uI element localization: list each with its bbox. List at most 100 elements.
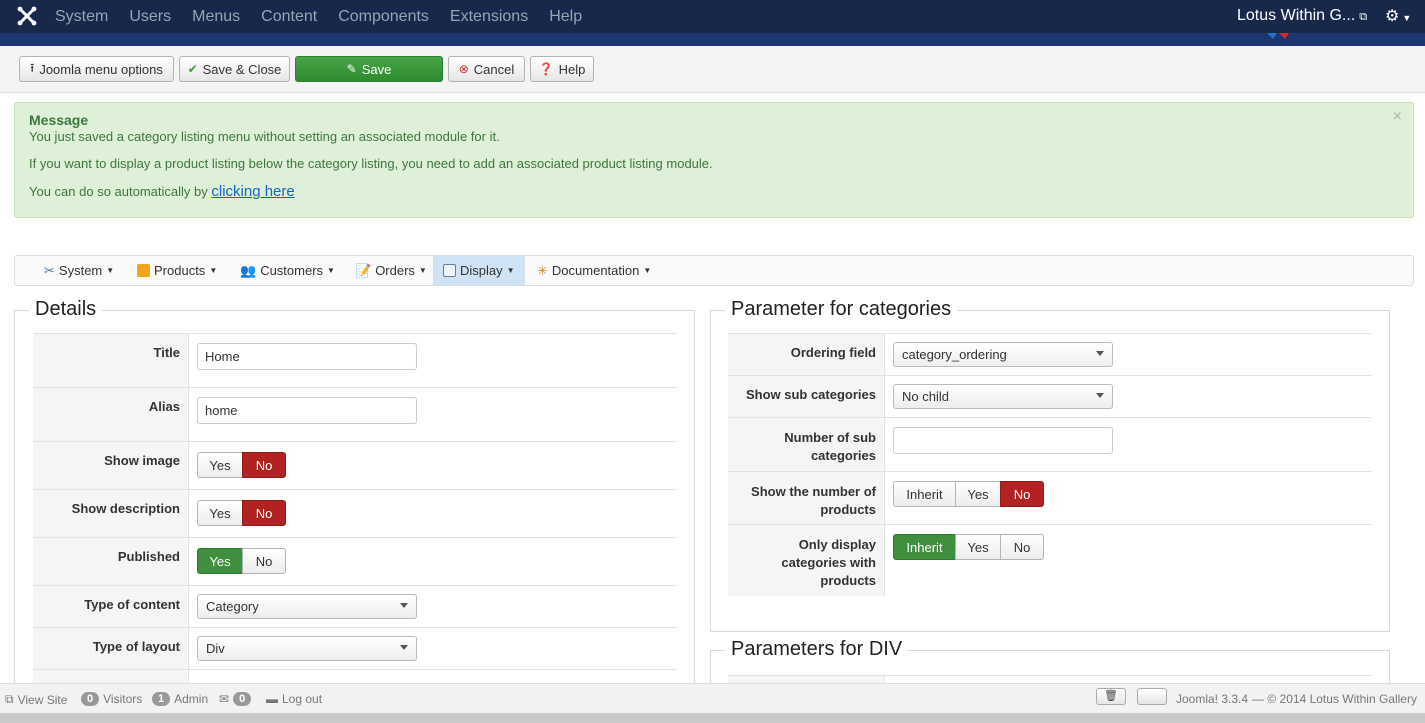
cmenu-customers-label: Customers — [260, 263, 324, 278]
cmenu-system[interactable]: ✂ System ▼ — [44, 256, 114, 285]
messages-status[interactable]: ✉ 0 — [219, 692, 252, 706]
show-image-no[interactable]: No — [242, 452, 286, 478]
type-content-select[interactable]: Category — [197, 594, 417, 619]
menu-extensions[interactable]: Extensions — [450, 8, 528, 26]
visitors-status[interactable]: 0 Visitors — [81, 692, 142, 706]
close-icon[interactable]: × — [1393, 108, 1402, 126]
categories-fieldset: Parameter for categories Ordering field … — [710, 298, 1390, 632]
chevron-down-icon: ▼ — [209, 266, 218, 275]
logout-link[interactable]: ▬ Log out — [266, 692, 322, 706]
menu-content[interactable]: Content — [261, 8, 317, 26]
copyright-text: — © 2014 Lotus Within Gallery — [1252, 692, 1417, 706]
cmenu-display-label: Display — [460, 263, 503, 278]
dropdown-arrow-icon — [1096, 351, 1104, 356]
question-icon: ❓ — [538, 62, 554, 76]
view-site-link[interactable]: ⧉ View Site — [5, 692, 67, 707]
help-button[interactable]: ❓ Help — [530, 56, 594, 82]
site-link[interactable]: Lotus Within G... ⧉ — [1237, 7, 1367, 25]
show-number-yes[interactable]: Yes — [955, 481, 1001, 507]
type-layout-label: Type of layout — [33, 628, 189, 669]
menu-users[interactable]: Users — [129, 8, 171, 26]
save-close-button[interactable]: ✔ Save & Close — [179, 56, 290, 82]
title-input[interactable]: Home — [197, 343, 417, 370]
show-number-row: Show the number of products Inherit Yes N… — [728, 471, 1372, 524]
save-button[interactable]: ✎ Save — [295, 56, 443, 82]
categories-legend: Parameter for categories — [725, 298, 958, 321]
message-line-1: You just saved a category listing menu w… — [29, 129, 500, 144]
view-site-label: View Site — [17, 692, 68, 707]
cmenu-orders-label: Orders — [375, 263, 415, 278]
cmenu-display[interactable]: Display ▼ — [433, 256, 525, 285]
published-yes[interactable]: Yes — [197, 548, 243, 574]
joomla-menu-options-label: Joomla menu options — [39, 61, 163, 77]
sub-categories-label: Show sub categories — [728, 376, 885, 417]
cmenu-orders[interactable]: 📝 Orders ▼ — [355, 256, 427, 285]
orders-icon: 📝 — [355, 262, 372, 278]
cancel-label: Cancel — [473, 61, 515, 77]
title-label: Title — [33, 334, 189, 387]
alias-label: Alias — [33, 388, 189, 441]
show-description-label: Show description — [33, 490, 189, 537]
cmenu-products[interactable]: Products ▼ — [137, 256, 217, 285]
cmenu-documentation-label: Documentation — [551, 263, 640, 278]
gear-icon: ⚙ — [1385, 8, 1400, 25]
user-settings-menu[interactable]: ⚙ ▼ — [1385, 6, 1411, 26]
only-display-yes[interactable]: Yes — [955, 534, 1001, 560]
show-description-yes[interactable]: Yes — [197, 500, 243, 526]
ordering-field-label: Ordering field — [728, 334, 885, 375]
menu-components[interactable]: Components — [338, 8, 429, 26]
blank-button[interactable] — [1137, 688, 1167, 705]
cmenu-customers[interactable]: 👥 Customers ▼ — [240, 256, 335, 285]
show-number-toggle: Inherit Yes No — [893, 481, 1044, 507]
show-number-label: Show the number of products — [728, 472, 885, 524]
type-layout-row: Type of layout Div — [33, 627, 677, 669]
published-no[interactable]: No — [242, 548, 286, 574]
type-layout-value: Div — [206, 641, 225, 656]
cmenu-documentation[interactable]: ✳ Documentation ▼ — [537, 256, 651, 285]
messages-count-badge: 0 — [233, 692, 252, 706]
visitors-count-badge: 0 — [81, 692, 100, 706]
chevron-down-icon: ▼ — [327, 266, 335, 275]
clicking-here-link[interactable]: clicking here — [211, 183, 294, 200]
tools-icon: ✂ — [44, 262, 55, 278]
admin-navbar: System Users Menus Content Components Ex… — [0, 0, 1425, 33]
chevron-down-icon: ▼ — [643, 266, 652, 275]
joomla-logo-icon[interactable] — [17, 6, 37, 26]
system-message: Message You just saved a category listin… — [14, 102, 1414, 218]
minus-icon: ▬ — [266, 692, 278, 706]
joomla-menu-options-button[interactable]: ⭱ Joomla menu options — [19, 56, 174, 82]
chevron-down-icon: ▼ — [506, 266, 515, 275]
cancel-button[interactable]: ⊗ Cancel — [448, 56, 525, 82]
show-number-no[interactable]: No — [1000, 481, 1044, 507]
dropdown-arrow-icon — [400, 645, 408, 650]
status-bar: ⧉ View Site 0 Visitors 1 Admin ✉ 0 ▬ Log… — [0, 683, 1425, 713]
show-image-yes[interactable]: Yes — [197, 452, 243, 478]
brand-mark-icon — [1267, 33, 1289, 39]
number-sub-input[interactable] — [893, 427, 1113, 454]
trash-button[interactable]: 🗑 — [1096, 688, 1126, 705]
only-display-no[interactable]: No — [1000, 534, 1044, 560]
details-fieldset: Details Title Home Alias home Show image… — [14, 298, 695, 690]
ordering-field-select[interactable]: category_ordering — [893, 342, 1113, 367]
menu-menus[interactable]: Menus — [192, 8, 240, 26]
admin-status[interactable]: 1 Admin — [152, 692, 208, 706]
logout-label: Log out — [282, 692, 323, 706]
sub-categories-select[interactable]: No child — [893, 384, 1113, 409]
message-line-3: You can do so automatically by clicking … — [29, 183, 295, 200]
published-toggle: Yes No — [197, 548, 286, 574]
external-link-icon: ⧉ — [5, 692, 14, 706]
site-name: Lotus Within G... — [1237, 7, 1356, 24]
products-icon — [137, 264, 150, 277]
alias-input[interactable]: home — [197, 397, 417, 424]
documentation-icon: ✳ — [537, 262, 548, 278]
menu-system[interactable]: System — [55, 8, 108, 26]
admin-menu: System Users Menus Content Components Ex… — [55, 0, 603, 33]
show-image-toggle: Yes No — [197, 452, 286, 478]
type-layout-select[interactable]: Div — [197, 636, 417, 661]
show-number-inherit[interactable]: Inherit — [893, 481, 956, 507]
show-description-no[interactable]: No — [242, 500, 286, 526]
upload-icon: ⭱ — [30, 60, 35, 75]
dropdown-arrow-icon — [1096, 393, 1104, 398]
menu-help[interactable]: Help — [549, 8, 582, 26]
only-display-inherit[interactable]: Inherit — [893, 534, 956, 560]
